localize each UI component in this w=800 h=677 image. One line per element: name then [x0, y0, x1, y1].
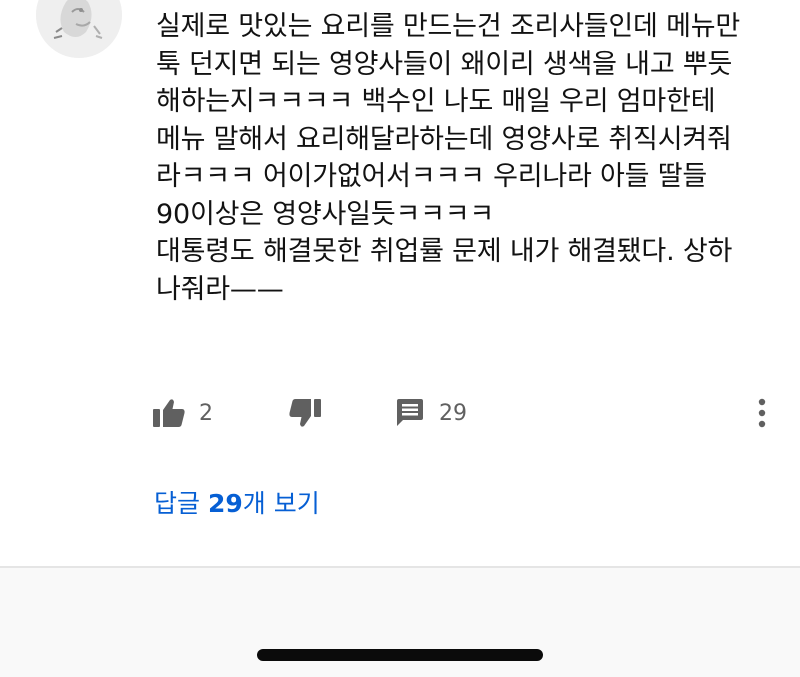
comment-text: 실제로 맛있는 요리를 만드는건 조리사들인데 메뉴만 툭 던지면 되는 영양사… — [156, 11, 740, 305]
view-replies-suffix: 개 보기 — [242, 489, 320, 518]
view-replies-prefix: 답글 — [154, 489, 208, 518]
reply-button[interactable]: 29 — [395, 390, 467, 436]
more-options-button[interactable] — [748, 390, 776, 436]
dislike-button[interactable] — [289, 390, 321, 436]
comment-actions: 2 29 — [0, 390, 800, 436]
comment-icon — [397, 399, 423, 426]
avatar[interactable] — [36, 0, 122, 58]
thumbs-up-icon — [153, 399, 185, 427]
thumbs-down-icon — [289, 399, 321, 427]
reply-count: 29 — [439, 400, 467, 426]
view-replies-count: 29 — [207, 489, 243, 518]
avatar-image — [36, 0, 122, 58]
like-count: 2 — [199, 400, 213, 426]
more-vertical-icon — [758, 398, 766, 428]
home-indicator[interactable] — [257, 649, 543, 661]
comment-thread: 실제로 맛있는 요리를 만드는건 조리사들인데 메뉴만 툭 던지면 되는 영양사… — [0, 0, 800, 566]
view-replies-link[interactable]: 답글 29개 보기 — [154, 484, 320, 520]
like-button[interactable]: 2 — [153, 390, 213, 436]
